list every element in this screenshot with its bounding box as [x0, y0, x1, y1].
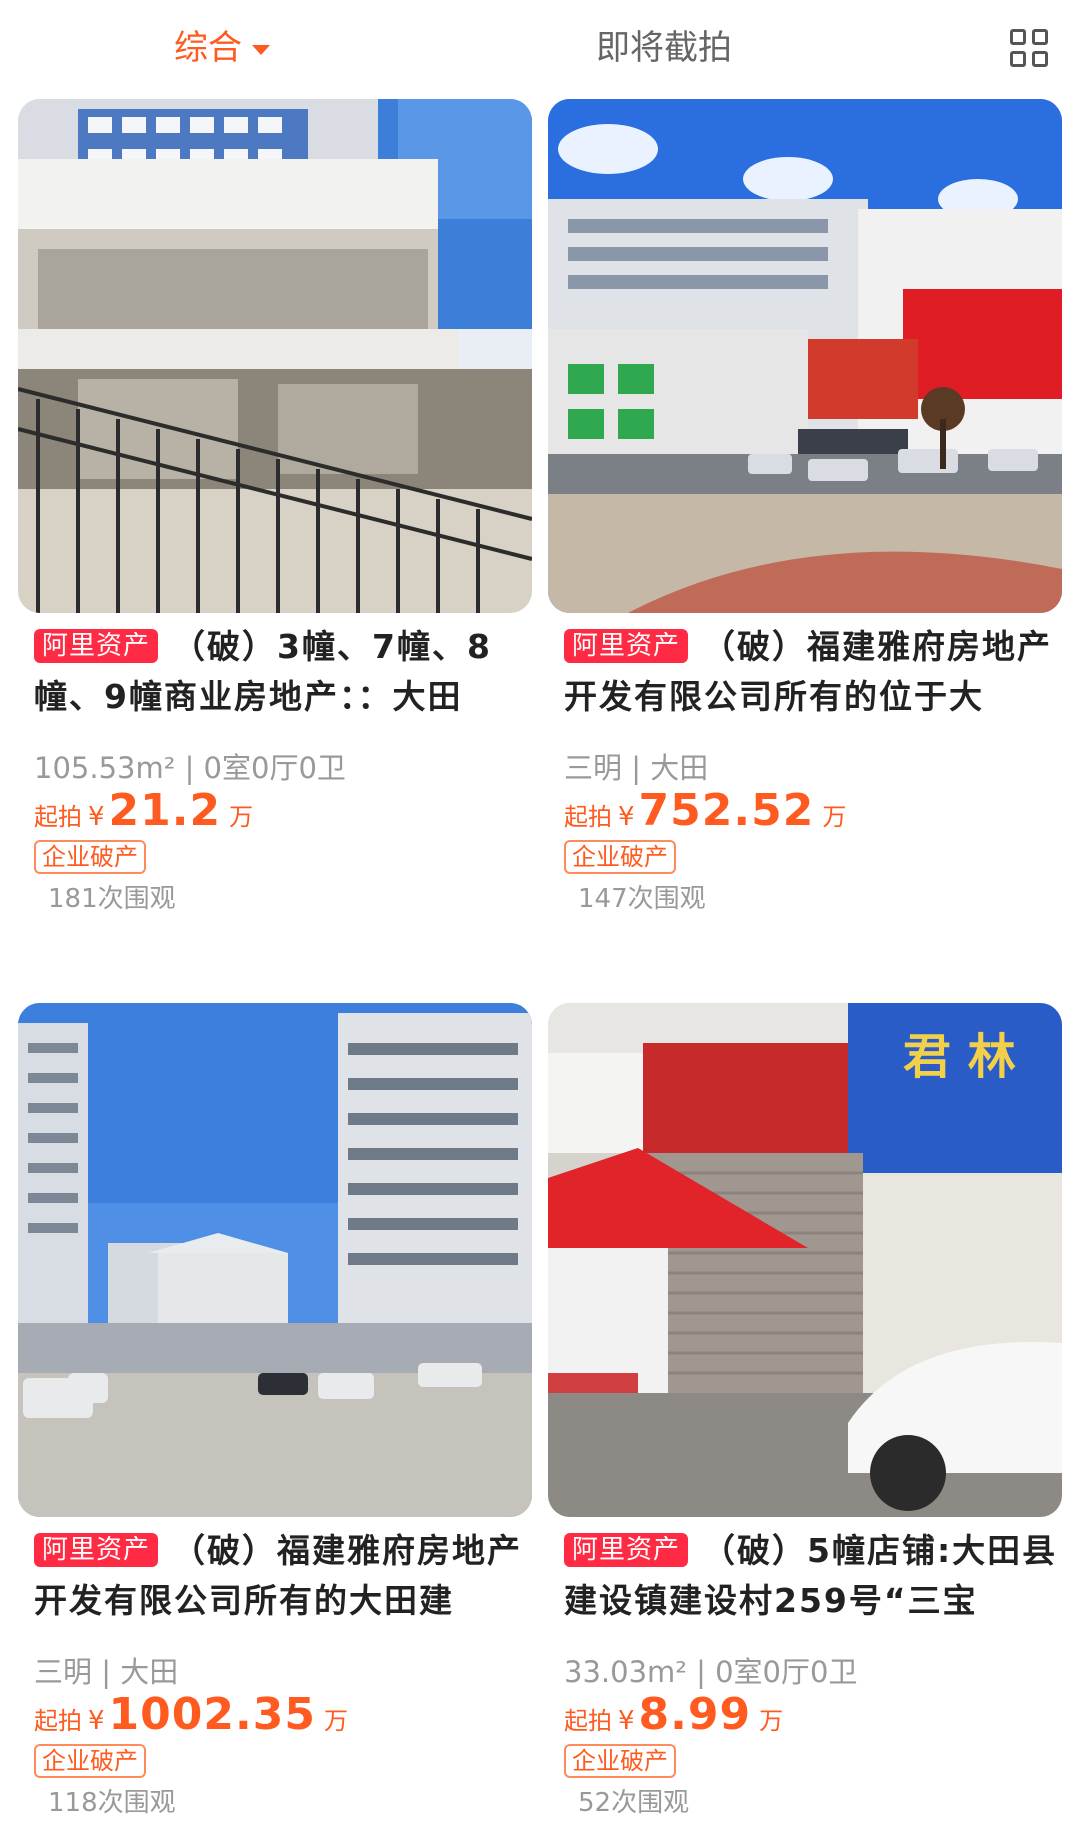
listing-title[interactable]: 阿里资产 （破）福建雅府房地产开发有限公司所有的位于大 [564, 622, 1060, 724]
bankruptcy-tag: 企业破产 [34, 840, 146, 874]
grid-view-icon[interactable] [1010, 29, 1050, 69]
ali-assets-badge: 阿里资产 [564, 1533, 689, 1567]
price-amount: 8.99 [638, 1689, 752, 1740]
starting-price: 起拍 ¥ 752.52 万 [564, 785, 846, 837]
price-unit: 万 [759, 1707, 784, 1735]
view-count: 147次围观 [578, 884, 706, 914]
listing-meta: 33.03m² | 0室0厅0卫 [564, 1655, 858, 1689]
view-count: 181次围观 [48, 884, 176, 914]
listing-meta: 三明 | 大田 [34, 1655, 179, 1689]
starting-price: 起拍 ¥ 21.2 万 [34, 785, 253, 837]
price-unit: 万 [822, 803, 847, 831]
price-label: 起拍 [564, 1707, 612, 1735]
listing-title[interactable]: 阿里资产 （破）3幢、7幢、8幢、9幢商业房地产：：大田 [34, 622, 530, 724]
ali-assets-badge: 阿里资产 [564, 629, 689, 663]
currency-symbol: ¥ [88, 1706, 105, 1736]
listing-card[interactable]: 君 林 阿里资产 （破）5幢店铺:大田县建设镇建设村259号“三宝 33.03m²… [548, 1003, 1062, 1821]
listing-title[interactable]: 阿里资产 （破）5幢店铺:大田县建设镇建设村259号“三宝 [564, 1526, 1060, 1628]
top-tab-bar: 综合 即将截拍 [0, 0, 1080, 96]
ali-assets-badge: 阿里资产 [34, 629, 159, 663]
starting-price: 起拍 ¥ 1002.35 万 [34, 1689, 348, 1741]
caret-down-icon [252, 45, 270, 55]
price-label: 起拍 [34, 803, 82, 831]
view-count: 118次围观 [48, 1788, 176, 1818]
bankruptcy-tag: 企业破产 [564, 1744, 676, 1778]
listing-card[interactable]: 阿里资产 （破）福建雅府房地产开发有限公司所有的位于大 三明 | 大田 起拍 ¥ … [548, 99, 1062, 959]
currency-symbol: ¥ [618, 802, 635, 832]
price-label: 起拍 [34, 1707, 82, 1735]
listing-meta: 三明 | 大田 [564, 751, 709, 785]
price-label: 起拍 [564, 803, 612, 831]
price-amount: 752.52 [638, 785, 815, 836]
tab-ending-soon[interactable]: 即将截拍 [596, 24, 732, 72]
price-amount: 1002.35 [108, 1689, 316, 1740]
price-amount: 21.2 [108, 785, 222, 836]
price-unit: 万 [229, 803, 254, 831]
listing-photo[interactable]: 君 林 [548, 1003, 1062, 1517]
listing-photo[interactable] [548, 99, 1062, 613]
view-count: 52次围观 [578, 1788, 690, 1818]
listing-card[interactable]: 阿里资产 （破）福建雅府房地产开发有限公司所有的大田建 三明 | 大田 起拍 ¥ … [18, 1003, 532, 1821]
tab-sort-label: 综合 [174, 28, 242, 68]
price-unit: 万 [323, 1707, 348, 1735]
shop-sign-text: 君 林 [903, 1029, 1016, 1085]
listing-meta: 105.53m² | 0室0厅0卫 [34, 751, 346, 785]
listing-photo[interactable] [18, 1003, 532, 1517]
ali-assets-badge: 阿里资产 [34, 1533, 159, 1567]
tab-sort-comprehensive[interactable]: 综合 [174, 24, 270, 72]
listing-card[interactable]: 阿里资产 （破）3幢、7幢、8幢、9幢商业房地产：：大田 105.53m² | 0… [18, 99, 532, 959]
currency-symbol: ¥ [88, 802, 105, 832]
bankruptcy-tag: 企业破产 [34, 1744, 146, 1778]
listing-photo[interactable] [18, 99, 532, 613]
bankruptcy-tag: 企业破产 [564, 840, 676, 874]
starting-price: 起拍 ¥ 8.99 万 [564, 1689, 783, 1741]
tab-ending-soon-label: 即将截拍 [596, 28, 732, 68]
currency-symbol: ¥ [618, 1706, 635, 1736]
listing-title[interactable]: 阿里资产 （破）福建雅府房地产开发有限公司所有的大田建 [34, 1526, 530, 1628]
